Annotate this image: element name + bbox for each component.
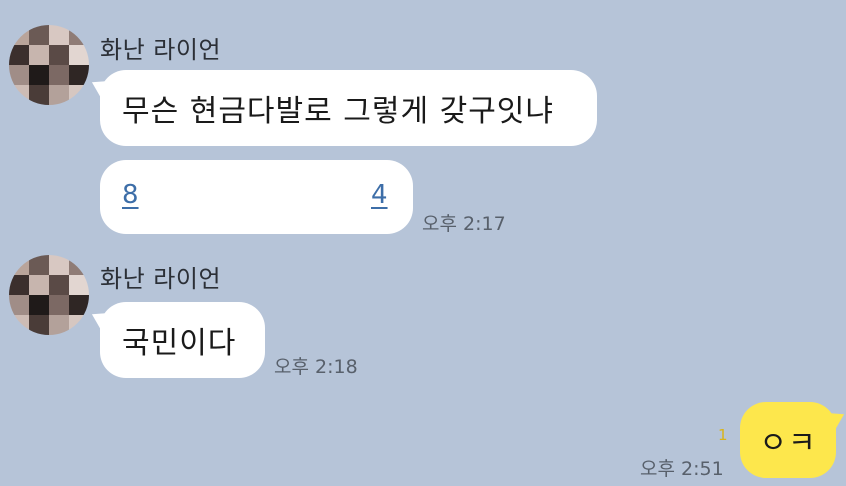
message-text: 국민이다 <box>122 326 237 361</box>
message-text: 무슨 현금다발로 그렇게 갖구잇냐 <box>122 94 555 129</box>
my-message-bubble[interactable]: ㅇㅋ <box>740 402 836 478</box>
unread-count: 1 <box>718 426 728 444</box>
message-time: 오후 2:51 <box>640 458 724 480</box>
message-time: 오후 2:18 <box>274 356 358 378</box>
sender-avatar[interactable] <box>9 255 89 335</box>
message-bubble[interactable]: 무슨 현금다발로 그렇게 갖구잇냐 <box>100 70 597 146</box>
message-time: 오후 2:17 <box>422 213 506 235</box>
message-text: ㅇㅋ <box>759 426 817 461</box>
sender-avatar[interactable] <box>9 25 89 105</box>
link-number[interactable]: 4 <box>371 180 388 210</box>
sender-name: 화난 라이언 <box>100 265 222 293</box>
message-bubble[interactable]: 국민이다 <box>100 302 265 378</box>
link-number[interactable]: 8 <box>122 180 139 210</box>
sender-name: 화난 라이언 <box>100 36 222 64</box>
link-bubble[interactable]: 8 4 <box>100 160 413 234</box>
